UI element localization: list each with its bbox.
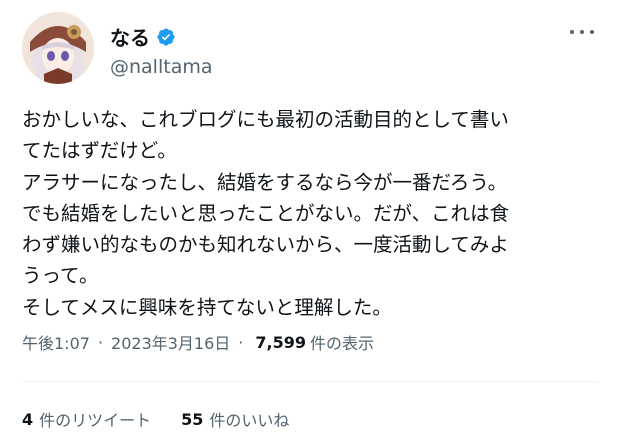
tweet-line: でも結婚をしたいと思ったことがない。だが、これは食 — [22, 201, 510, 225]
verified-badge-icon — [157, 27, 175, 46]
likes-label: 件のいいね — [209, 411, 290, 430]
avatar[interactable] — [22, 12, 94, 84]
tweet-meta: 午後1:07 · 2023年3月16日 · 7,599 件の表示 — [22, 330, 374, 354]
tweet-line: アラサーになったし、結婚をするなら今が一番だろう。 — [22, 170, 508, 194]
tweet-text: おかしいな、これブログにも最初の活動目的として書い てたはずだけど。 アラサーに… — [22, 104, 606, 323]
views-label: 件の表示 — [310, 334, 375, 353]
tweet-header: なる @nalltama — [22, 12, 602, 84]
more-options-icon[interactable] — [570, 22, 594, 42]
dot — [590, 30, 594, 34]
meta-separator: · — [238, 332, 244, 352]
divider — [22, 381, 598, 382]
tweet-line: てたはずだけど。 — [22, 139, 177, 163]
tweet-date[interactable]: 2023年3月16日 — [111, 330, 230, 354]
display-name[interactable]: なる — [110, 22, 150, 51]
tweet-line: うって。 — [22, 264, 99, 288]
tweet-line: そしてメスに興味を持てないと理解した。 — [22, 295, 392, 319]
tweet-line: わず嫌い的なものかも知れないから、一度活動してみよ — [22, 233, 509, 257]
views-count: 7,599 — [255, 332, 306, 352]
handle[interactable]: @nalltama — [110, 56, 213, 78]
dot — [570, 30, 574, 34]
tweet-time[interactable]: 午後1:07 — [22, 330, 90, 354]
tweet-line: おかしいな、これブログにも最初の活動目的として書い — [22, 108, 509, 131]
name-row: なる — [110, 22, 176, 51]
likes-count: 55 — [181, 409, 204, 429]
avatar-anime-girl-icon — [22, 12, 94, 84]
likes-stat[interactable]: 55 件のいいね — [181, 407, 289, 431]
dot — [580, 30, 584, 34]
retweets-stat[interactable]: 4 件のリツイート — [22, 407, 151, 431]
tweet-stats: 4 件のリツイート 55 件のいいね — [22, 407, 319, 431]
meta-separator: · — [97, 332, 104, 352]
retweets-label: 件のリツイート — [39, 411, 152, 430]
retweets-count: 4 — [22, 409, 34, 429]
